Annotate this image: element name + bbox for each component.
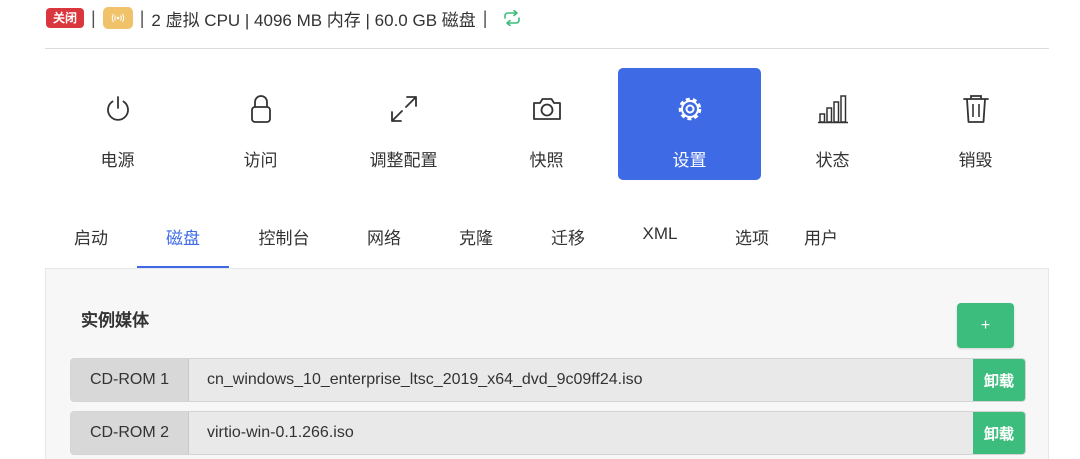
action-label: 调整配置 (369, 151, 438, 170)
media-device: CD-ROM 2 (71, 412, 189, 454)
tab-network[interactable]: 网络 (338, 210, 430, 268)
action-label: 访问 (243, 151, 278, 170)
unmount-button[interactable]: 卸载 (973, 359, 1025, 401)
media-row: CD-ROM 1 cn_windows_10_enterprise_ltsc_2… (70, 358, 1026, 402)
media-row: CD-ROM 2 virtio-win-0.1.266.iso 卸载 (70, 411, 1026, 455)
action-label: 状态 (815, 151, 850, 170)
add-media-button[interactable]: + (957, 303, 1014, 348)
tab-disk[interactable]: 磁盘 (137, 210, 229, 268)
action-status[interactable]: 状态 (761, 68, 904, 180)
media-file: cn_windows_10_enterprise_ltsc_2019_x64_d… (207, 371, 643, 388)
action-power[interactable]: 电源 (46, 68, 189, 180)
status-bar: 关闭 | | 2 虚拟 CPU | 4096 MB 内存 | 60.0 GB 磁… (46, 6, 522, 30)
tab-clone[interactable]: 克隆 (430, 210, 522, 268)
divider (45, 48, 1049, 49)
separator: | (139, 7, 145, 28)
tab-boot[interactable]: 启动 (46, 210, 136, 268)
refresh-icon[interactable] (502, 10, 522, 26)
tab-users[interactable]: 用户 (786, 210, 856, 268)
action-snapshot[interactable]: 快照 (475, 68, 618, 180)
state-badge: 关闭 (46, 8, 85, 28)
unmount-button[interactable]: 卸载 (973, 412, 1025, 454)
action-label: 销毁 (958, 151, 993, 170)
broadcast-icon[interactable] (102, 7, 133, 29)
bar-chart-icon (816, 92, 850, 126)
resize-icon (387, 92, 421, 126)
tab-migrate[interactable]: 迁移 (522, 210, 614, 268)
media-file: virtio-win-0.1.266.iso (207, 424, 354, 441)
lock-icon (244, 92, 278, 126)
panel-title: 实例媒体 (81, 311, 149, 330)
gear-icon (673, 92, 707, 126)
spec-summary: 2 虚拟 CPU | 4096 MB 内存 | 60.0 GB 磁盘 (151, 10, 476, 30)
action-toolbar: 电源 访问 调整配置 快照 设置 状态 销毁 (46, 68, 1050, 182)
media-device: CD-ROM 1 (71, 359, 189, 401)
tab-console[interactable]: 控制台 (236, 210, 332, 268)
camera-icon (530, 92, 564, 126)
tab-xml[interactable]: XML (614, 210, 706, 268)
action-settings[interactable]: 设置 (618, 68, 761, 180)
action-access[interactable]: 访问 (189, 68, 332, 180)
action-destroy[interactable]: 销毁 (904, 68, 1047, 180)
action-label: 电源 (100, 151, 135, 170)
disk-panel: 实例媒体 + CD-ROM 1 cn_windows_10_enterprise… (45, 268, 1049, 459)
power-icon (101, 92, 135, 126)
action-label: 快照 (529, 151, 564, 170)
separator: | (91, 7, 96, 28)
action-resize[interactable]: 调整配置 (332, 68, 475, 180)
settings-tabs: 启动 磁盘 控制台 网络 克隆 迁移 XML 选项 用户 (46, 210, 1050, 268)
tab-options[interactable]: 选项 (706, 210, 798, 268)
trash-icon (959, 92, 993, 126)
action-label: 设置 (672, 151, 707, 170)
separator: | (482, 7, 488, 28)
